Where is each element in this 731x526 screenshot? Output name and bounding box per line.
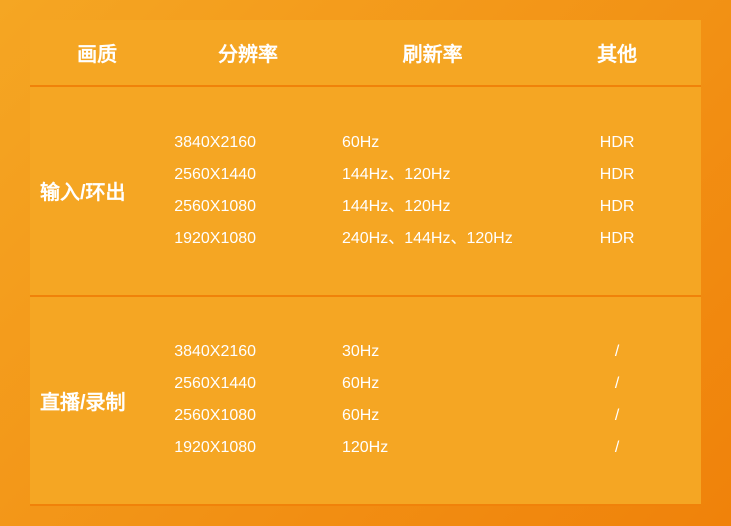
refresh-value: 144Hz、120Hz bbox=[342, 191, 523, 223]
resolution-cell-live-record: 3840X21602560X14402560X10801920X1080 bbox=[164, 297, 332, 505]
main-container: 画质 分辨率 刷新率 其他 输入/环出3840X21602560X1440256… bbox=[0, 0, 731, 526]
resolution-value: 2560X1080 bbox=[174, 400, 322, 432]
resolution-cell-input-output: 3840X21602560X14402560X10801920X1080 bbox=[164, 87, 332, 295]
header-refresh: 刷新率 bbox=[332, 20, 533, 85]
section-label-input-output: 输入/环出 bbox=[30, 87, 164, 295]
resolution-value: 2560X1440 bbox=[174, 159, 322, 191]
section-row-input-output: 输入/环出 3840X21602560X14402560X10801920X108… bbox=[30, 87, 701, 295]
refresh-cell-live-record: 30Hz60Hz60Hz120Hz bbox=[332, 297, 533, 505]
other-cell-live-record: //// bbox=[533, 297, 701, 505]
resolution-value: 3840X2160 bbox=[174, 336, 322, 368]
other-value: HDR bbox=[543, 191, 691, 223]
divider-bottom bbox=[30, 504, 701, 506]
resolution-value: 1920X1080 bbox=[174, 223, 322, 255]
other-value: / bbox=[543, 336, 691, 368]
resolution-value: 1920X1080 bbox=[174, 432, 322, 464]
other-value: HDR bbox=[543, 127, 691, 159]
refresh-value: 60Hz bbox=[342, 127, 523, 159]
refresh-value: 60Hz bbox=[342, 368, 523, 400]
other-cell-input-output: HDRHDRHDRHDR bbox=[533, 87, 701, 295]
other-value: / bbox=[543, 368, 691, 400]
other-value: / bbox=[543, 432, 691, 464]
refresh-value: 120Hz bbox=[342, 432, 523, 464]
resolution-value: 2560X1080 bbox=[174, 191, 322, 223]
header-resolution: 分辨率 bbox=[164, 20, 332, 85]
other-value: / bbox=[543, 400, 691, 432]
section-row-live-record: 直播/录制 3840X21602560X14402560X10801920X108… bbox=[30, 297, 701, 505]
table-header-row: 画质 分辨率 刷新率 其他 bbox=[30, 20, 701, 85]
section-text-input-output: 输入/环出 bbox=[40, 182, 126, 204]
resolution-value: 3840X2160 bbox=[174, 127, 322, 159]
refresh-value: 30Hz bbox=[342, 336, 523, 368]
refresh-value: 240Hz、144Hz、120Hz bbox=[342, 223, 523, 255]
refresh-cell-input-output: 60Hz144Hz、120Hz144Hz、120Hz240Hz、144Hz、12… bbox=[332, 87, 533, 295]
other-value: HDR bbox=[543, 223, 691, 255]
other-value: HDR bbox=[543, 159, 691, 191]
refresh-value: 144Hz、120Hz bbox=[342, 159, 523, 191]
header-other: 其他 bbox=[533, 20, 701, 85]
spec-table: 画质 分辨率 刷新率 其他 输入/环出3840X21602560X1440256… bbox=[30, 20, 701, 506]
section-text-live-record: 直播/录制 bbox=[40, 392, 126, 414]
resolution-value: 2560X1440 bbox=[174, 368, 322, 400]
section-label-live-record: 直播/录制 bbox=[30, 297, 164, 505]
refresh-value: 60Hz bbox=[342, 400, 523, 432]
header-quality: 画质 bbox=[30, 20, 164, 85]
